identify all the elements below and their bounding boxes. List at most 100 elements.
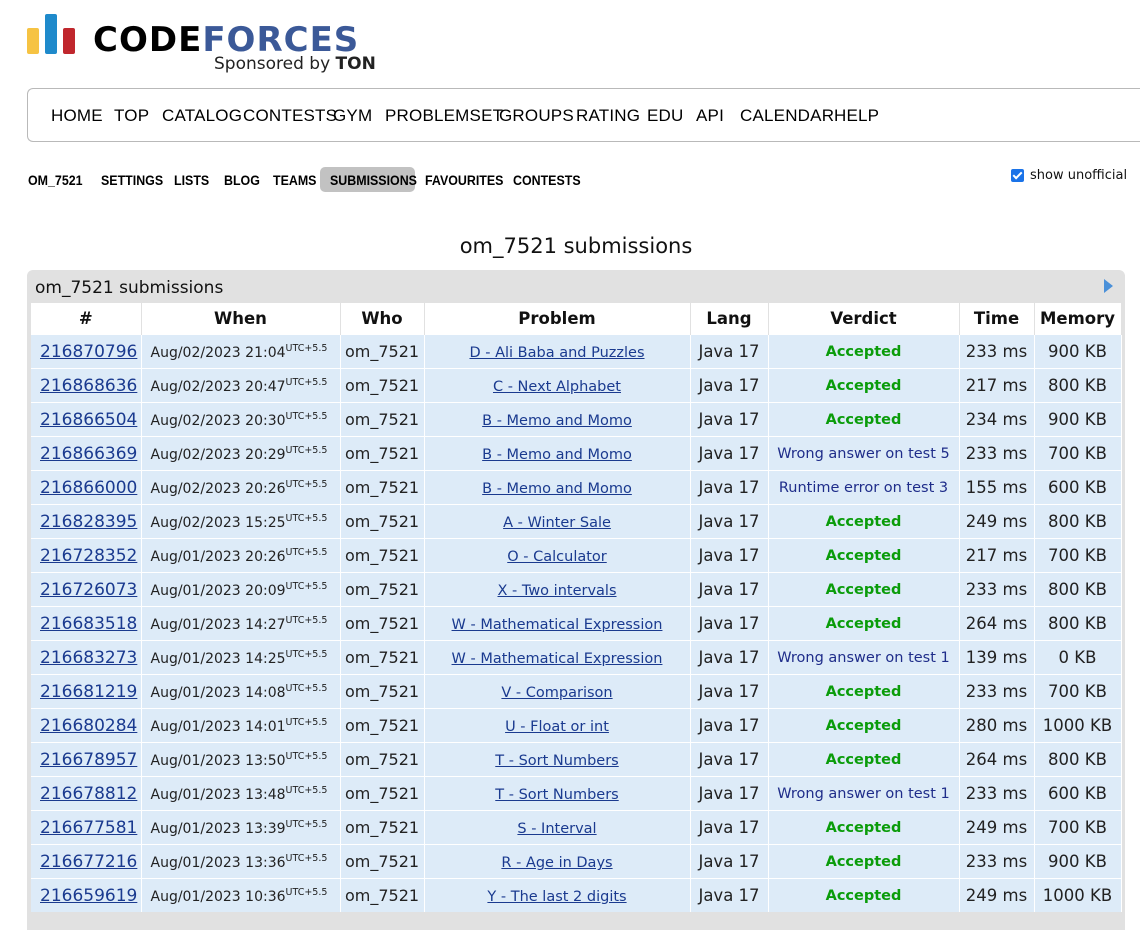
when-cell: Aug/02/2023 20:47UTC+5.5 (141, 368, 341, 403)
user-tab-submissions[interactable]: SUBMISSIONS (330, 173, 417, 188)
memory-cell: 700 KB (1034, 674, 1122, 709)
column-header: Problem (424, 303, 691, 335)
when-text: Aug/02/2023 20:47 (150, 378, 286, 395)
verdict-cell: Wrong answer on test 5 (768, 436, 960, 471)
problem-link[interactable]: B - Memo and Momo (482, 413, 632, 429)
column-header: # (31, 303, 142, 335)
submission-id-cell: 216678957 (31, 742, 142, 777)
show-unofficial-checkbox[interactable]: show unofficial (1011, 168, 1127, 183)
problem-link[interactable]: C - Next Alphabet (493, 379, 621, 395)
verdict-cell: Runtime error on test 3 (768, 470, 960, 505)
submission-id-link[interactable]: 216677216 (40, 852, 137, 872)
problem-link[interactable]: U - Float or int (505, 719, 609, 735)
menu-contests[interactable]: CONTESTS (243, 106, 337, 126)
problem-link[interactable]: B - Memo and Momo (482, 447, 632, 463)
problem-link[interactable]: B - Memo and Momo (482, 481, 632, 497)
submission-id-cell: 216659619 (31, 878, 142, 912)
time-cell: 264 ms (959, 606, 1035, 641)
lang-cell: Java 17 (690, 572, 769, 607)
verdict-cell: Accepted (768, 708, 960, 743)
menu-gym[interactable]: GYM (333, 106, 372, 126)
user-tab-contests[interactable]: CONTESTS (513, 173, 581, 188)
verdict-cell: Accepted (768, 504, 960, 539)
problem-cell: C - Next Alphabet (424, 368, 691, 403)
submission-id-link[interactable]: 216680284 (40, 716, 137, 736)
problem-link[interactable]: W - Mathematical Expression (452, 617, 663, 633)
submission-id-link[interactable]: 216677581 (40, 818, 137, 838)
user-tab-lists[interactable]: LISTS (174, 173, 209, 188)
lang-cell: Java 17 (690, 402, 769, 437)
user-tab-om-7521[interactable]: OM_7521 (28, 173, 83, 188)
submission-id-link[interactable]: 216681219 (40, 682, 137, 702)
submission-id-link[interactable]: 216683273 (40, 648, 137, 668)
submission-id-link[interactable]: 216868636 (40, 376, 137, 396)
checkbox-checked-icon[interactable] (1011, 169, 1024, 182)
problem-link[interactable]: X - Two intervals (497, 583, 616, 599)
memory-cell: 800 KB (1034, 572, 1122, 607)
menu-rating[interactable]: RATING (576, 106, 640, 126)
time-cell: 280 ms (959, 708, 1035, 743)
problem-cell: B - Memo and Momo (424, 402, 691, 437)
user-tab-settings[interactable]: SETTINGS (101, 173, 163, 188)
problem-link[interactable]: T - Sort Numbers (495, 787, 618, 803)
codeforces-logo[interactable]: CODEFORCES Sponsored by TON (27, 14, 387, 76)
submission-id-cell: 216678812 (31, 776, 142, 811)
user-tab-teams[interactable]: TEAMS (273, 173, 316, 188)
column-header: Verdict (768, 303, 960, 335)
submission-id-link[interactable]: 216659619 (40, 886, 137, 906)
menu-top[interactable]: TOP (114, 106, 149, 126)
submission-id-link[interactable]: 216678957 (40, 750, 137, 770)
user-tab-blog[interactable]: BLOG (224, 173, 260, 188)
submission-id-link[interactable]: 216866504 (40, 410, 137, 430)
menu-problemset[interactable]: PROBLEMSET (385, 106, 503, 126)
problem-link[interactable]: R - Age in Days (501, 855, 612, 871)
when-text: Aug/01/2023 20:26 (150, 548, 286, 565)
memory-cell: 700 KB (1034, 538, 1122, 573)
when-text: Aug/01/2023 20:09 (150, 582, 286, 599)
problem-link[interactable]: Y - The last 2 digits (487, 889, 626, 905)
menu-groups[interactable]: GROUPS (499, 106, 574, 126)
when-cell: Aug/01/2023 14:25UTC+5.5 (141, 640, 341, 675)
submission-id-link[interactable]: 216683518 (40, 614, 137, 634)
table-row: 216728352 Aug/01/2023 20:26UTC+5.5 om_7521… (31, 538, 1122, 573)
problem-link[interactable]: D - Ali Baba and Puzzles (469, 345, 644, 361)
menu-api[interactable]: API (696, 106, 724, 126)
timezone-label: UTC+5.5 (285, 648, 328, 660)
problem-link[interactable]: T - Sort Numbers (495, 753, 618, 769)
verdict-cell: Accepted (768, 606, 960, 641)
sponsor-text: Sponsored by TON (214, 54, 376, 74)
when-text: Aug/02/2023 21:04 (150, 344, 286, 361)
menu-edu[interactable]: EDU (647, 106, 684, 126)
memory-cell: 700 KB (1034, 436, 1122, 471)
submission-id-link[interactable]: 216828395 (40, 512, 137, 532)
time-cell: 233 ms (959, 334, 1035, 369)
menu-help[interactable]: HELP (834, 106, 879, 126)
when-text: Aug/01/2023 14:01 (150, 718, 286, 735)
submission-id-link[interactable]: 216728352 (40, 546, 137, 566)
memory-cell: 600 KB (1034, 776, 1122, 811)
submission-id-link[interactable]: 216866369 (40, 444, 137, 464)
problem-link[interactable]: A - Winter Sale (503, 515, 611, 531)
next-page-arrow-icon[interactable] (1104, 279, 1113, 293)
submission-id-link[interactable]: 216866000 (40, 478, 137, 498)
table-row: 216866504 Aug/02/2023 20:30UTC+5.5 om_7521… (31, 402, 1122, 437)
user-tab-favourites[interactable]: FAVOURITES (425, 173, 503, 188)
menu-home[interactable]: HOME (51, 106, 103, 126)
when-text: Aug/02/2023 20:30 (150, 412, 286, 429)
verdict-cell: Accepted (768, 878, 960, 912)
who-cell: om_7521 (340, 538, 425, 573)
menu-calendar[interactable]: CALENDAR (740, 106, 834, 126)
column-header: Who (340, 303, 425, 335)
problem-link[interactable]: W - Mathematical Expression (452, 651, 663, 667)
submission-id-link[interactable]: 216678812 (40, 784, 137, 804)
submission-id-link[interactable]: 216870796 (40, 342, 137, 362)
lang-cell: Java 17 (690, 334, 769, 369)
problem-link[interactable]: O - Calculator (507, 549, 607, 565)
who-cell: om_7521 (340, 504, 425, 539)
problem-link[interactable]: S - Interval (517, 821, 596, 837)
menu-catalog[interactable]: CATALOG (162, 106, 242, 126)
column-header: Memory (1034, 303, 1122, 335)
problem-link[interactable]: V - Comparison (501, 685, 612, 701)
lang-cell: Java 17 (690, 640, 769, 675)
submission-id-link[interactable]: 216726073 (40, 580, 137, 600)
